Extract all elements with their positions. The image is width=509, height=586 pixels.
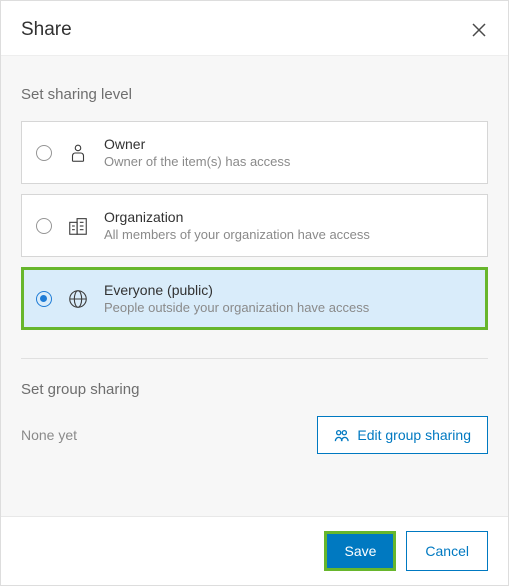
dialog-body: Set sharing level Owner Owner of the ite… (1, 55, 508, 516)
edit-group-label: Edit group sharing (357, 427, 471, 443)
close-button[interactable] (470, 21, 488, 39)
owner-icon (66, 141, 90, 165)
cancel-button[interactable]: Cancel (406, 531, 488, 571)
owner-desc: Owner of the item(s) has access (104, 154, 290, 169)
group-none-text: None yet (21, 427, 77, 443)
sharing-options: Owner Owner of the item(s) has access Or… (21, 121, 488, 330)
dialog-footer: Save Cancel (1, 516, 508, 585)
organization-desc: All members of your organization have ac… (104, 227, 370, 242)
dialog-header: Share (1, 1, 508, 55)
save-button[interactable]: Save (327, 534, 393, 568)
owner-text: Owner Owner of the item(s) has access (104, 136, 290, 169)
sharing-option-everyone[interactable]: Everyone (public) People outside your or… (21, 267, 488, 330)
everyone-desc: People outside your organization have ac… (104, 300, 369, 315)
organization-text: Organization All members of your organiz… (104, 209, 370, 242)
group-sharing-row: None yet Edit group sharing (21, 416, 488, 454)
sharing-option-organization[interactable]: Organization All members of your organiz… (21, 194, 488, 257)
edit-group-sharing-button[interactable]: Edit group sharing (317, 416, 488, 454)
owner-title: Owner (104, 136, 290, 152)
organization-title: Organization (104, 209, 370, 225)
everyone-text: Everyone (public) People outside your or… (104, 282, 369, 315)
close-icon (471, 22, 487, 38)
radio-organization[interactable] (36, 218, 52, 234)
group-sharing-label: Set group sharing (21, 381, 488, 398)
share-dialog: Share Set sharing level Owner Owner of t… (0, 0, 509, 586)
organization-icon (66, 214, 90, 238)
sharing-level-label: Set sharing level (21, 86, 488, 103)
dialog-title: Share (21, 19, 72, 41)
group-icon (334, 428, 349, 443)
everyone-title: Everyone (public) (104, 282, 369, 298)
sharing-option-owner[interactable]: Owner Owner of the item(s) has access (21, 121, 488, 184)
save-highlight: Save (324, 531, 396, 571)
radio-owner[interactable] (36, 145, 52, 161)
divider (21, 358, 488, 359)
radio-everyone[interactable] (36, 291, 52, 307)
globe-icon (66, 287, 90, 311)
